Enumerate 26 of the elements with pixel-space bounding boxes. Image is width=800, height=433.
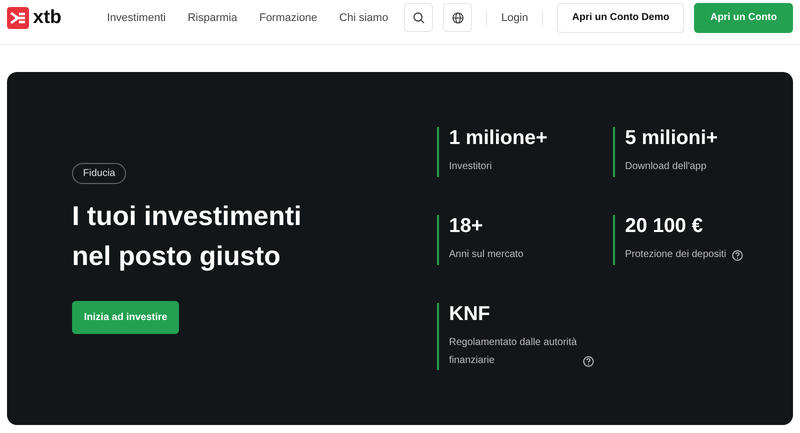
search-button[interactable]	[404, 3, 434, 32]
stat-value: 1 milione+	[449, 127, 548, 150]
badge: Fiducia	[72, 163, 126, 184]
login-link[interactable]: Login	[501, 12, 528, 24]
demo-account-button[interactable]: Apri un Conto Demo	[557, 2, 684, 32]
stat-value: 5 milioni+	[625, 127, 719, 150]
stat-label: Investitori	[449, 160, 492, 174]
logo-text: xtb	[33, 6, 62, 28]
help-icon[interactable]	[583, 356, 594, 367]
nav-link[interactable]: Investimenti	[107, 12, 166, 24]
logo-icon	[7, 6, 29, 28]
stat-label: Anni sul mercato	[449, 248, 524, 262]
globe-icon	[452, 12, 464, 24]
stat-value: 20 100 €	[625, 215, 704, 238]
stat-label: Download dell'app	[625, 160, 706, 174]
search-icon	[412, 12, 425, 24]
help-icon[interactable]	[732, 250, 744, 261]
nav-link[interactable]: Formazione	[259, 12, 318, 24]
language-button[interactable]	[443, 3, 472, 32]
stat-label: Protezione dei depositi	[625, 248, 726, 262]
stat-label: Regolamentato dalle autorità finanziarie	[449, 336, 577, 368]
stat-value: KNF	[449, 303, 492, 326]
nav-link[interactable]: Risparmia	[188, 12, 238, 24]
stat-value: 18+	[449, 215, 484, 238]
nav-link[interactable]: Chi siamo	[339, 12, 388, 24]
hero-title: I tuoi investimenti nel posto giusto	[72, 200, 303, 273]
